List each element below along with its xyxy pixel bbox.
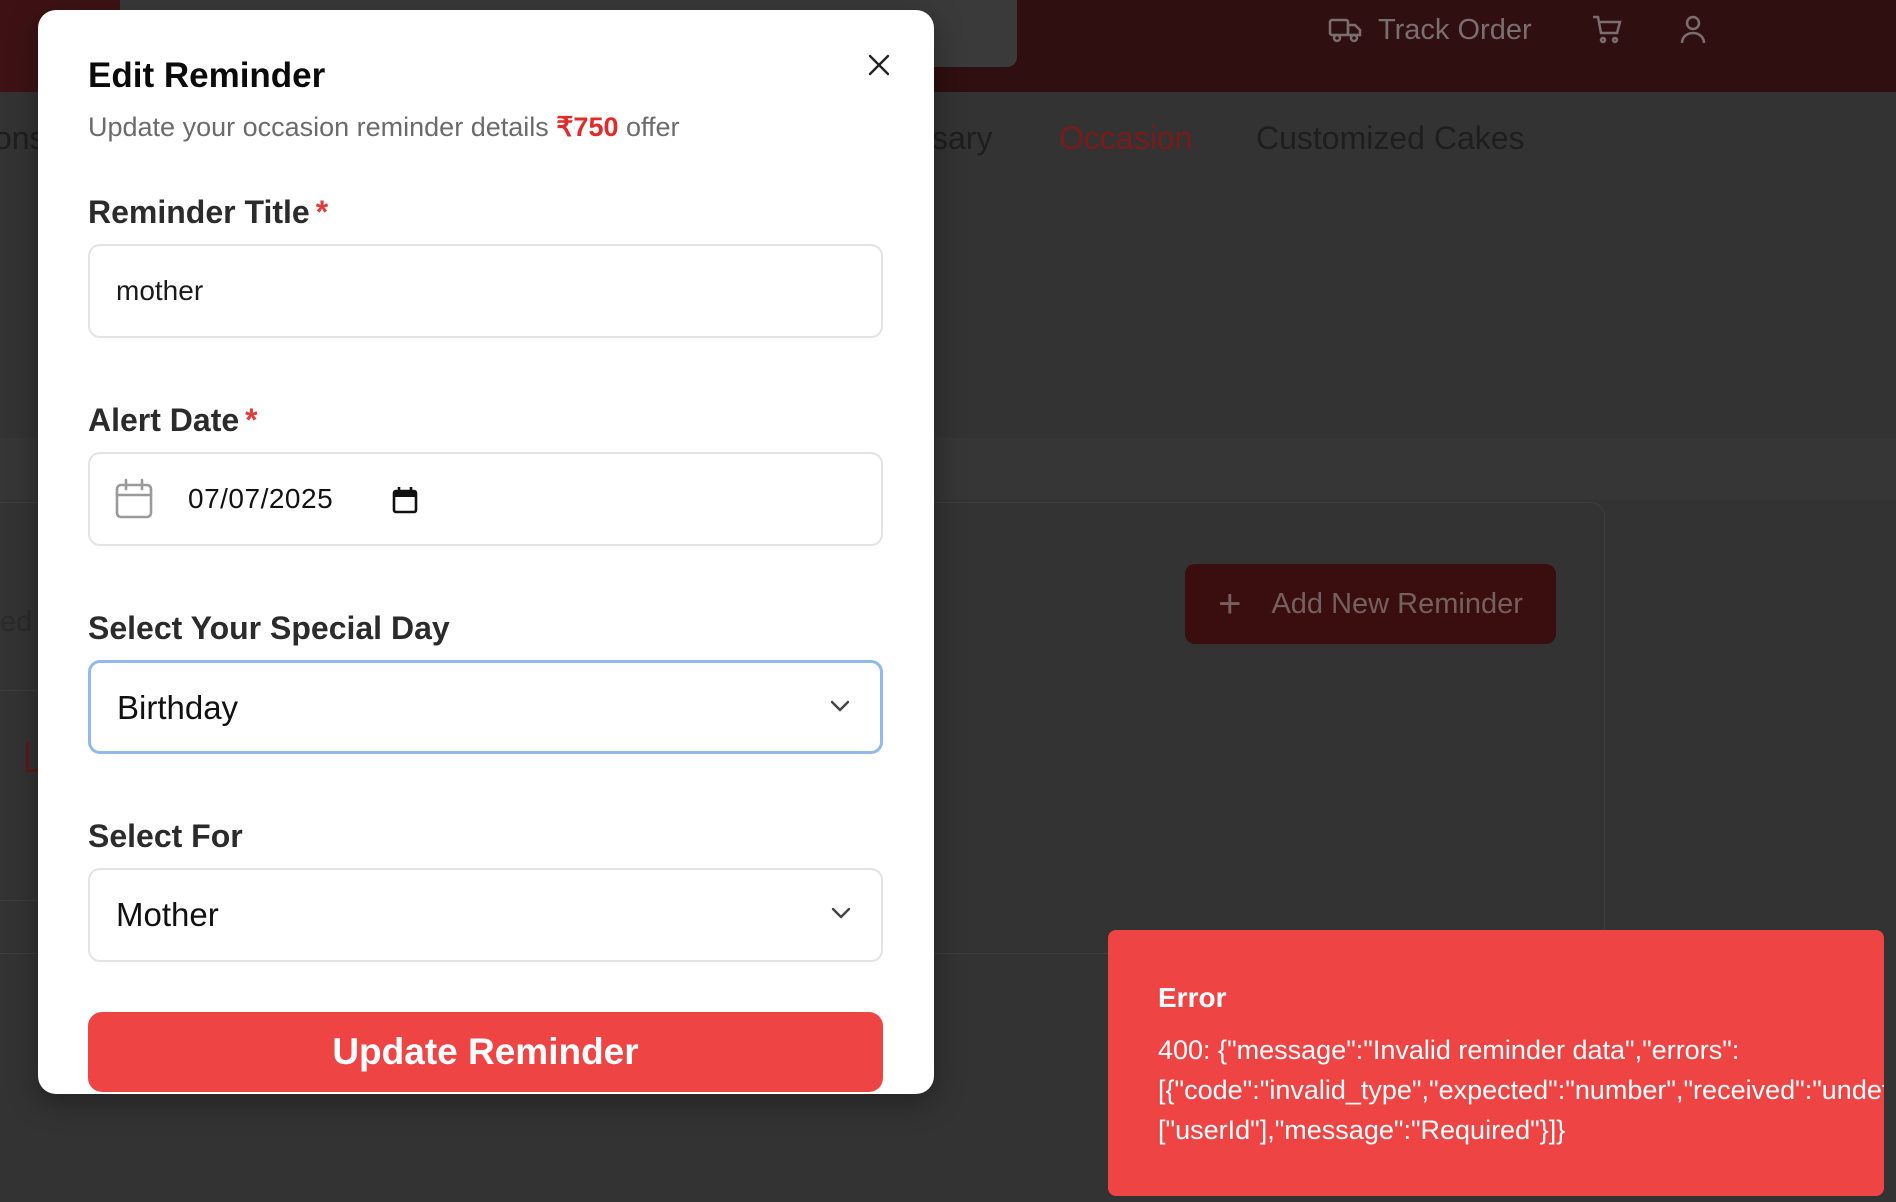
required-mark: * <box>315 194 329 230</box>
reminder-title-label: Reminder Title * <box>88 194 328 231</box>
subtitle-text: Update your occasion reminder details <box>88 112 557 142</box>
update-reminder-button[interactable]: Update Reminder <box>88 1012 883 1092</box>
alert-date-label-text: Alert Date <box>88 402 240 438</box>
special-day-value: Birthday <box>117 689 239 726</box>
toast-line: [{"code":"invalid_type","expected":"numb… <box>1158 1075 1884 1105</box>
alert-date-label: Alert Date * <box>88 402 258 439</box>
reminder-title-label-text: Reminder Title <box>88 194 310 230</box>
reminder-title-value: mother <box>116 275 204 306</box>
subtitle-suffix: offer <box>618 112 680 142</box>
chevron-down-icon <box>830 700 850 712</box>
modal-title: Edit Reminder <box>88 56 326 95</box>
calendar-icon <box>115 478 153 519</box>
required-mark: * <box>245 402 258 438</box>
modal-subtitle: Update your occasion reminder details ₹7… <box>88 112 680 143</box>
cart-icon[interactable] <box>1590 12 1624 46</box>
date-picker-icon[interactable] <box>392 486 418 514</box>
toast-title: Error <box>1158 982 1227 1013</box>
truck-icon <box>1328 18 1362 43</box>
nav-item-customized-cakes[interactable]: Customized Cakes <box>1256 120 1525 157</box>
error-toast[interactable]: Error 400: {"message":"Invalid reminder … <box>1108 930 1884 1196</box>
nav-item-anniversary[interactable]: sary <box>932 120 992 157</box>
toast-message: 400: {"message":"Invalid reminder data",… <box>1158 1030 1884 1150</box>
add-new-reminder-label: Add New Reminder <box>1271 587 1523 620</box>
select-for-select[interactable]: Mother <box>88 868 883 962</box>
special-day-select[interactable]: Birthday <box>88 660 883 754</box>
track-order-label: Track Order <box>1378 13 1532 46</box>
reminder-title-input[interactable]: mother <box>88 244 883 338</box>
toast-line: 400: {"message":"Invalid reminder data",… <box>1158 1035 1740 1065</box>
alert-date-input[interactable]: 07/07/2025 <box>88 452 883 546</box>
select-for-value: Mother <box>116 896 219 933</box>
add-new-reminder-button[interactable]: + Add New Reminder <box>1185 564 1556 644</box>
track-order-link[interactable]: Track Order <box>1328 10 1532 50</box>
alert-date-value: 07/07/2025 <box>188 483 334 514</box>
nav-item-occasion[interactable]: Occasion <box>1059 120 1192 157</box>
select-for-label: Select For <box>88 818 243 854</box>
offer-amount: ₹750 <box>556 112 619 142</box>
close-icon[interactable] <box>860 46 898 84</box>
edit-reminder-modal: Edit Reminder Update your occasion remin… <box>38 10 934 1094</box>
plus-icon: + <box>1218 582 1242 626</box>
toast-line: ["userId"],"message":"Required"}]} <box>1158 1115 1566 1145</box>
bg-partial-text: ed <box>0 606 33 638</box>
chevron-down-icon <box>831 907 851 919</box>
special-day-label: Select Your Special Day <box>88 610 450 646</box>
user-icon[interactable] <box>1676 12 1710 46</box>
